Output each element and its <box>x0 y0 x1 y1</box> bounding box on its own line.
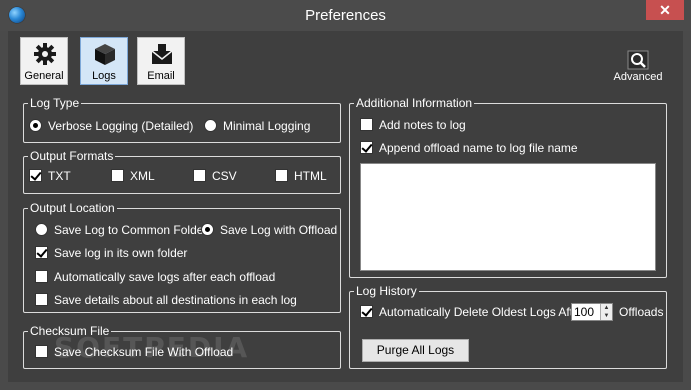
tab-email-label: Email <box>147 70 175 82</box>
format-txt-label: TXT <box>48 169 71 183</box>
stepper-arrows[interactable]: ▲ ▼ <box>600 304 612 320</box>
stepper-down-icon[interactable]: ▼ <box>601 312 612 320</box>
append-offload-name-checkbox[interactable]: Append offload name to log file name <box>360 140 578 156</box>
log-history-legend: Log History <box>356 284 417 298</box>
format-csv-checkbox[interactable]: CSV <box>193 168 237 184</box>
auto-delete-logs-checkbox[interactable]: Automatically Delete Oldest Logs After <box>360 304 584 320</box>
tab-logs-label: Logs <box>92 70 116 82</box>
own-folder-checkbox[interactable]: Save log in its own folder <box>35 245 187 261</box>
own-folder-label: Save log in its own folder <box>54 246 188 260</box>
close-button[interactable]: ✕ <box>646 0 684 20</box>
save-with-offload-radio[interactable]: Save Log with Offload <box>201 222 337 238</box>
advanced-button[interactable]: Advanced <box>608 50 668 83</box>
format-html-checkbox[interactable]: HTML <box>275 168 327 184</box>
purge-all-logs-button[interactable]: Purge All Logs <box>362 339 469 362</box>
checkbox-indicator <box>111 169 124 182</box>
checkbox-indicator <box>360 118 373 131</box>
watermark-text: SOFTPEDIA <box>54 331 250 364</box>
tab-general[interactable]: General <box>20 37 68 85</box>
preferences-client-area: General Logs Email Advanced Log Type Ver… <box>8 31 683 382</box>
checkbox-indicator <box>275 169 288 182</box>
save-destinations-label: Save details about all destinations in e… <box>54 293 297 307</box>
minimal-logging-radio[interactable]: Minimal Logging <box>204 118 310 134</box>
format-xml-label: XML <box>130 169 155 183</box>
auto-save-logs-label: Automatically save logs after each offlo… <box>54 270 276 284</box>
format-csv-label: CSV <box>212 169 237 183</box>
append-offload-name-label: Append offload name to log file name <box>379 141 578 155</box>
log-type-legend: Log Type <box>30 96 80 110</box>
auto-delete-logs-label: Automatically Delete Oldest Logs After <box>379 305 584 319</box>
output-formats-legend: Output Formats <box>30 149 114 163</box>
checkbox-indicator <box>193 169 206 182</box>
offloads-count-value: 100 <box>574 305 595 319</box>
advanced-label: Advanced <box>613 71 663 83</box>
verbose-logging-radio[interactable]: Verbose Logging (Detailed) <box>29 118 193 134</box>
magnifier-icon <box>627 50 649 70</box>
format-html-label: HTML <box>294 169 327 183</box>
checkbox-indicator <box>29 169 42 182</box>
verbose-logging-label: Verbose Logging (Detailed) <box>48 119 194 133</box>
envelope-icon <box>151 44 173 64</box>
radio-indicator <box>29 119 42 132</box>
format-txt-checkbox[interactable]: TXT <box>29 168 71 184</box>
title-bar: Preferences ✕ <box>0 0 691 31</box>
save-common-folder-radio[interactable]: Save Log to Common Folder <box>35 222 207 238</box>
stepper-up-icon[interactable]: ▲ <box>601 304 612 312</box>
tab-email[interactable]: Email <box>137 37 185 85</box>
minimal-logging-label: Minimal Logging <box>223 119 311 133</box>
offloads-unit-label: Offloads <box>619 305 664 319</box>
window-title: Preferences <box>305 7 386 24</box>
offloads-count-stepper[interactable]: 100 ▲ ▼ <box>571 303 613 321</box>
tab-logs[interactable]: Logs <box>80 37 128 85</box>
checkbox-indicator <box>35 293 48 306</box>
auto-save-logs-checkbox[interactable]: Automatically save logs after each offlo… <box>35 269 275 285</box>
checkbox-indicator <box>35 345 48 358</box>
add-notes-label: Add notes to log <box>379 118 466 132</box>
checkbox-indicator <box>35 246 48 259</box>
checkbox-indicator <box>360 141 373 154</box>
save-with-offload-label: Save Log with Offload <box>220 223 338 237</box>
checkbox-indicator <box>35 270 48 283</box>
gear-icon <box>34 43 56 65</box>
radio-indicator <box>204 119 217 132</box>
save-destinations-checkbox[interactable]: Save details about all destinations in e… <box>35 292 297 308</box>
output-location-legend: Output Location <box>30 201 115 215</box>
notes-textarea[interactable] <box>360 163 656 271</box>
format-xml-checkbox[interactable]: XML <box>111 168 155 184</box>
add-notes-checkbox[interactable]: Add notes to log <box>360 117 466 133</box>
tab-general-label: General <box>24 70 64 82</box>
checkbox-indicator <box>360 305 373 318</box>
additional-info-legend: Additional Information <box>356 96 473 110</box>
save-common-folder-label: Save Log to Common Folder <box>54 223 208 237</box>
radio-indicator <box>35 223 48 236</box>
radio-indicator <box>201 223 214 236</box>
cube-icon <box>95 44 115 65</box>
